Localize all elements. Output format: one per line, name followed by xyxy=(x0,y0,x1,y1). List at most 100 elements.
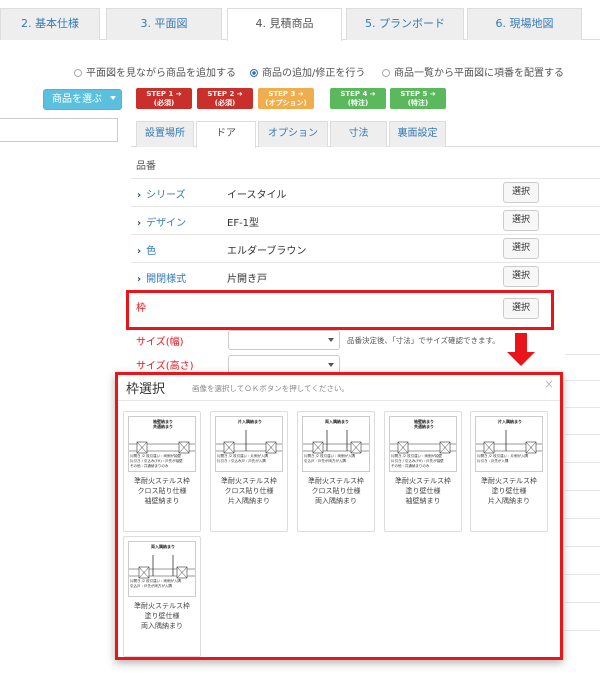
row-label[interactable]: › 開閉様式 xyxy=(137,270,186,285)
step-2-chip[interactable]: STEP 2 ➔ (必須) xyxy=(197,88,253,109)
radio-label: 商品の追加/修正を行う xyxy=(262,68,366,79)
frame-label: 枠 xyxy=(136,303,146,314)
tab-plan-board[interactable]: 5. プランボード xyxy=(346,8,464,40)
diagram-note: 片引き / 引込み(FH) : 戸先が袖壁 xyxy=(391,459,444,463)
card-caption-finish: クロス貼り仕様 xyxy=(224,487,274,495)
top-tab-bar: 2. 基本仕様 3. 平面図 4. 見積商品 5. プランボード 6. 現場地図 xyxy=(0,0,600,41)
select-opening-button[interactable]: 選択 xyxy=(503,266,539,287)
select-frame-button[interactable]: 選択 xyxy=(503,298,539,319)
radio-label: 商品一覧から平面図に項番を配置する xyxy=(394,68,564,79)
diagram-subtitle: 共通納まり xyxy=(414,424,434,429)
step-4-chip[interactable]: STEP 4 ➔ (特注) xyxy=(330,88,386,109)
step-line2: (特注) xyxy=(347,99,369,107)
size-height-label: サイズ(高さ) xyxy=(136,361,194,372)
diagram-note: その他 : 共通納まりのみ xyxy=(130,464,169,468)
step-3-chip[interactable]: STEP 3 ➔ (オプション) xyxy=(258,88,314,109)
select-color-button[interactable]: 選択 xyxy=(503,238,539,259)
row-divider xyxy=(565,407,600,408)
card-caption-finish: 塗り壁仕様 xyxy=(144,612,180,620)
diagram-note: 引込戸 : 戸先が両方が入隅 xyxy=(130,584,172,588)
tab-estimate-items[interactable]: 4. 見積商品 xyxy=(227,8,342,41)
frame-diagram-image: 袖壁納まり 共通納まり 片開き /2 枚引違い : 両側が袖壁 片引き / 引込み(F… xyxy=(389,416,457,472)
choose-product-button[interactable]: 商品を選ぶ xyxy=(43,89,122,110)
step-1-chip[interactable]: STEP 1 ➔ (必須) xyxy=(136,88,192,109)
row-divider xyxy=(565,574,600,575)
step-5-chip[interactable]: STEP 5 ➔ (特注) xyxy=(390,88,446,109)
frame-diagram-image: 片入隅納まり 片開き /2 枚引違い : 片側が入隅 片引き : 戸先が入隅 xyxy=(475,416,543,472)
arrow-head-icon xyxy=(507,352,535,366)
frame-card-cross-sode[interactable]: 袖壁納まり 共通納まり 片開き /2 枚引違い : 両側が袖壁 片引き / 引込み(F… xyxy=(123,411,201,532)
row-label[interactable]: › 色 xyxy=(137,242,156,257)
diagram-note: 片開き /2 枚引違い : 両側が袖壁 xyxy=(391,454,443,458)
tab-basic-spec[interactable]: 2. 基本仕様 xyxy=(0,8,100,40)
step-line1: STEP 5 ➔ xyxy=(400,90,436,98)
card-caption-product: 準耐火ステルス枠 xyxy=(481,477,537,485)
tab-option[interactable]: オプション xyxy=(258,121,328,147)
select-series-button[interactable]: 選択 xyxy=(503,182,539,203)
row-divider xyxy=(565,462,600,463)
frame-diagram-image: 両入隅納まり 片開き /2 枚引違い : 両側が入隅 引込戸 : 戸先が両方が入隅 xyxy=(302,416,370,472)
frame-diagram-image: 袖壁納まり 共通納まり 片開き /2 枚引違い : 両側が袖壁 片引き / 引込み(F… xyxy=(128,416,196,472)
row-divider xyxy=(565,602,600,603)
tab-door[interactable]: ドア xyxy=(196,121,256,148)
card-caption-type: 両入隅納まり xyxy=(315,497,357,505)
frame-card-paint-ryo[interactable]: 両入隅納まり 片開き /2 枚引違い : 両側が入隅 引込戸 : 戸先が両方が入隅準… xyxy=(123,536,201,657)
chevron-right-icon: › xyxy=(137,274,142,285)
frame-highlight-box xyxy=(126,290,554,330)
row-divider xyxy=(565,380,600,381)
diagram-title: 片入隅納まり xyxy=(238,419,262,424)
diagram-note: 片引き : 戸先が入隅 xyxy=(477,459,509,463)
left-panel-input[interactable] xyxy=(0,118,118,142)
diagram-note: 片開き /2 枚引違い : 両側が袖壁 xyxy=(130,454,182,458)
tab-dimension[interactable]: 寸法 xyxy=(330,121,387,147)
row-divider xyxy=(565,518,600,519)
card-caption-type: 片入隅納まり xyxy=(228,497,270,505)
radio-place-from-list[interactable]: 商品一覧から平面図に項番を配置する xyxy=(382,64,564,79)
modal-subtitle: 画像を選択してＯＫボタンを押してください。 xyxy=(192,384,349,393)
modal-title: 枠選択 xyxy=(126,382,166,397)
frame-card-cross-kata[interactable]: 片入隅納まり 片開き /2 枚引違い : 片側が入隅 片引き / 引込み戸 : 戸先… xyxy=(210,411,288,532)
radio-off-icon xyxy=(382,69,390,77)
diagram-title: 片入隅納まり xyxy=(498,419,522,424)
tab-back-setting[interactable]: 裏面設定 xyxy=(389,121,446,147)
diagram-title: 両入隅納まり xyxy=(151,544,175,549)
row-value: エルダーブラウン xyxy=(227,246,307,257)
radio-add-edit[interactable]: 商品の追加/修正を行う xyxy=(250,64,365,79)
size-note: 品番決定後、「寸法」でサイズ確認できます。 xyxy=(347,336,500,345)
diagram-title: 両入隅納まり xyxy=(325,419,349,424)
row-value: イースタイル xyxy=(227,190,287,201)
tab-site-map[interactable]: 6. 現場地図 xyxy=(467,8,582,40)
row-divider xyxy=(565,434,600,435)
diagram-subtitle: 共通納まり xyxy=(153,424,173,429)
frame-card-cross-ryo[interactable]: 両入隅納まり 片開き /2 枚引違い : 両側が入隅 引込戸 : 戸先が両方が入隅準… xyxy=(297,411,375,532)
card-caption-product: 準耐火ステルス枠 xyxy=(221,477,277,485)
row-design: › デザイン EF-1型 選択 xyxy=(131,206,600,234)
tab-floor-plan[interactable]: 3. 平面図 xyxy=(106,8,222,40)
sub-tab-bar: 設置場所 ドア オプション 寸法 裏面設定 xyxy=(131,118,600,148)
row-divider xyxy=(565,630,600,631)
radio-add-from-plan[interactable]: 平面図を見ながら商品を追加する xyxy=(74,64,236,79)
row-label[interactable]: › デザイン xyxy=(137,214,186,229)
arrow-down-icon xyxy=(515,333,527,353)
chevron-right-icon: › xyxy=(137,218,142,229)
row-value: EF-1型 xyxy=(227,218,260,229)
choose-product-label: 商品を選ぶ xyxy=(52,94,102,105)
select-design-button[interactable]: 選択 xyxy=(503,210,539,231)
card-caption-product: 準耐火ステルス枠 xyxy=(308,477,364,485)
card-caption-product: 準耐火ステルス枠 xyxy=(395,477,451,485)
tab-location[interactable]: 設置場所 xyxy=(136,121,194,147)
row-label-text: シリーズ xyxy=(146,190,186,201)
row-label[interactable]: › シリーズ xyxy=(137,186,186,201)
close-icon[interactable]: × xyxy=(544,377,554,391)
frame-diagram-image: 両入隅納まり 片開き /2 枚引違い : 両側が入隅 引込戸 : 戸先が両方が入隅 xyxy=(128,541,196,597)
size-width-select[interactable] xyxy=(228,330,340,350)
frame-select-modal: 枠選択 画像を選択してＯＫボタンを押してください。 × 袖壁納まり 共通納まり 片開… xyxy=(115,372,563,660)
frame-card-paint-kata[interactable]: 片入隅納まり 片開き /2 枚引違い : 片側が入隅 片引き : 戸先が入隅準耐火ス… xyxy=(470,411,548,532)
step-line1: STEP 3 ➔ xyxy=(268,90,304,98)
diagram-note: 片引き / 引込み(FH) : 戸先が袖壁 xyxy=(130,459,183,463)
row-label-text: デザイン xyxy=(146,218,187,229)
frame-card-paint-sode[interactable]: 袖壁納まり 共通納まり 片開き /2 枚引違い : 両側が袖壁 片引き / 引込み(F… xyxy=(384,411,462,532)
row-series: › シリーズ イースタイル 選択 xyxy=(131,178,600,206)
step-line1: STEP 4 ➔ xyxy=(340,90,376,98)
radio-label: 平面図を見ながら商品を追加する xyxy=(86,68,236,79)
